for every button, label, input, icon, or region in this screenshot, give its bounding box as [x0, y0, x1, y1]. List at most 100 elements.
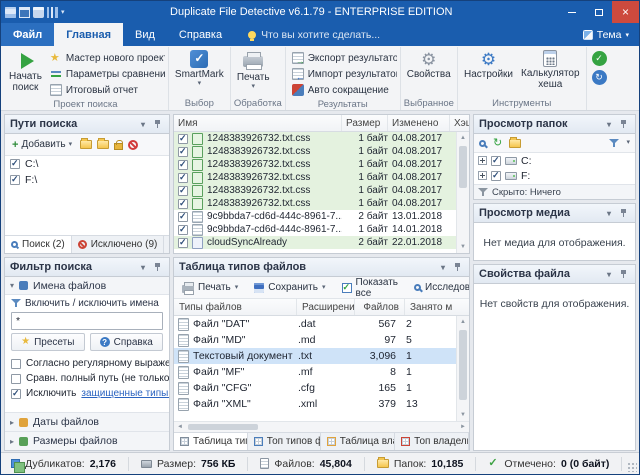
panel-menu-button[interactable]: ▾	[602, 206, 616, 220]
search-paths-tab[interactable]: Исключено (9)	[72, 236, 165, 253]
column-used-space[interactable]: Занято м	[405, 299, 469, 315]
start-search-button[interactable]: Начатьпоиск	[6, 47, 45, 93]
scroll-left-icon[interactable]: ◄	[174, 424, 186, 430]
path-row[interactable]: F:\	[5, 172, 169, 188]
exclude-icon[interactable]	[128, 140, 138, 150]
resize-grip[interactable]	[627, 462, 637, 472]
types-panel-tab[interactable]: Таблица вла...	[321, 433, 395, 450]
section-file-dates[interactable]: ▸ Даты файлов	[5, 412, 169, 431]
path-checkbox[interactable]	[10, 175, 20, 185]
tell-me-search[interactable]: Что вы хотите сделать...	[248, 23, 380, 46]
file-checkbox[interactable]	[178, 186, 188, 196]
types-table-row[interactable]: Текстовый документ.txt3,0961	[174, 348, 456, 364]
search-icon[interactable]	[479, 140, 486, 147]
properties-button[interactable]: ⚙ Свойства	[404, 47, 454, 80]
dropdown-arrow-icon[interactable]: ▾	[626, 139, 630, 147]
filter-icon[interactable]	[609, 138, 619, 148]
scrollbar-thumb[interactable]	[459, 330, 467, 400]
pin-button[interactable]	[450, 260, 464, 274]
file-checkbox[interactable]	[178, 173, 188, 183]
file-row[interactable]: 9c9bbda7-cd6d-444c-8961-7...2 байт13.01.…	[174, 210, 456, 223]
path-checkbox[interactable]	[10, 159, 20, 169]
filter-checkbox[interactable]	[11, 389, 21, 399]
vertical-scrollbar[interactable]: ▲ ▼	[456, 132, 469, 253]
types-table-row[interactable]: Файл "MF".mf81	[174, 364, 456, 380]
scrollbar-thumb[interactable]	[188, 424, 258, 430]
panel-menu-button[interactable]: ▾	[136, 117, 150, 131]
compare-options-button[interactable]: Параметры сравнения	[47, 66, 165, 82]
filter-checkbox[interactable]	[11, 359, 21, 369]
expander-icon[interactable]	[478, 156, 487, 165]
panel-menu-button[interactable]: ▾	[136, 260, 150, 274]
tab-view[interactable]: Вид	[123, 23, 167, 46]
file-row[interactable]: cloudSyncAlready2 байт22.01.201839A28C	[174, 236, 456, 249]
help-button[interactable]: ? Справка	[90, 333, 164, 351]
types-table-row[interactable]: Файл "DAT".dat5672	[174, 316, 456, 332]
print-icon[interactable]	[33, 7, 44, 18]
column-size[interactable]: Размер	[342, 115, 388, 131]
customize-toolbar-icon[interactable]: ▾	[61, 8, 65, 16]
file-row[interactable]: 1248383926732.txt.css1 байт04.08.2017B85…	[174, 184, 456, 197]
filter-checkbox-row[interactable]: Согласно регулярному выражению	[5, 356, 169, 371]
types-toolbar-button[interactable]: Сохранить▾	[250, 280, 329, 295]
expander-icon[interactable]	[478, 171, 487, 180]
scrollbar-thumb[interactable]	[459, 146, 467, 188]
vertical-scrollbar[interactable]: ▲ ▼	[456, 316, 469, 421]
lock-icon[interactable]	[114, 143, 123, 150]
search-paths-tab[interactable]: Поиск (2)	[5, 236, 72, 253]
filter-checkbox-row[interactable]: Сравн. полный путь (не только им	[5, 371, 169, 386]
filename-pattern-input[interactable]	[11, 312, 163, 330]
folder-checkbox[interactable]	[491, 171, 501, 181]
filter-link[interactable]: защищенные типы фа	[81, 388, 169, 399]
file-checkbox[interactable]	[178, 225, 188, 235]
auto-reduce-button[interactable]: Авто сокращение	[289, 82, 397, 98]
scroll-down-icon[interactable]: ▼	[457, 241, 469, 253]
export-results-button[interactable]: Экспорт результатов	[289, 50, 397, 66]
refresh-icon[interactable]: ↻	[493, 138, 502, 149]
panel-menu-button[interactable]: ▾	[602, 267, 616, 281]
file-row[interactable]: 1248383926732.txt.css1 байт04.08.2017B85…	[174, 132, 456, 145]
types-table-row[interactable]: Файл "CFG".cfg1651	[174, 380, 456, 396]
column-name[interactable]: Имя	[174, 115, 342, 131]
file-checkbox[interactable]	[178, 147, 188, 157]
theme-selector[interactable]: Тема ▾	[573, 23, 639, 46]
file-checkbox[interactable]	[178, 160, 188, 170]
update-circle-icon[interactable]: ↻	[592, 70, 607, 85]
column-type[interactable]: Типы файлов	[174, 299, 297, 315]
smartmark-button[interactable]: SmartMark ▾	[172, 47, 227, 88]
presets-button[interactable]: ★ Пресеты	[11, 333, 85, 351]
folder-tree-row[interactable]: C:	[474, 153, 635, 168]
file-row[interactable]: 1248383926732.txt.css1 байт04.08.2017B85…	[174, 197, 456, 210]
file-checkbox[interactable]	[178, 134, 188, 144]
file-row[interactable]: 1248383926732.txt.css1 байт04.08.2017B85…	[174, 145, 456, 158]
column-modified[interactable]: Изменено	[388, 115, 450, 131]
new-project-wizard-button[interactable]: Мастер нового проекта	[47, 50, 165, 66]
types-panel-tab[interactable]: Топ типов ф...	[248, 433, 321, 450]
pin-button[interactable]	[616, 117, 630, 131]
file-row[interactable]: 1248383926732.txt.css1 байт04.08.2017B85…	[174, 171, 456, 184]
print-button[interactable]: Печать ▾	[234, 47, 273, 91]
add-path-button[interactable]: + Добавить ▾	[9, 137, 75, 152]
section-file-sizes[interactable]: ▸ Размеры файлов	[5, 431, 169, 450]
pin-button[interactable]	[150, 117, 164, 131]
scroll-right-icon[interactable]: ►	[457, 424, 469, 430]
window-icon[interactable]	[19, 7, 30, 18]
file-row[interactable]: 1248383926732.txt.css1 байт04.08.2017B85…	[174, 158, 456, 171]
file-checkbox[interactable]	[178, 199, 188, 209]
types-toolbar-button[interactable]: Показать все	[338, 275, 403, 301]
maximize-button[interactable]	[585, 1, 612, 23]
types-table-row[interactable]: Файл "XML".xml37913	[174, 396, 456, 412]
import-results-button[interactable]: Импорт результатов	[289, 66, 397, 82]
close-button[interactable]: ×	[612, 1, 639, 23]
horizontal-scrollbar[interactable]: ◄ ►	[174, 421, 469, 432]
file-row[interactable]: 9c9bbda7-cd6d-444c-8961-7...1 байт14.01.…	[174, 223, 456, 236]
tab-home[interactable]: Главная	[54, 23, 123, 46]
file-checkbox[interactable]	[178, 238, 188, 248]
report-icon[interactable]	[47, 7, 58, 18]
scroll-up-icon[interactable]: ▲	[457, 316, 469, 328]
folder-tree-row[interactable]: F:	[474, 168, 635, 183]
save-icon[interactable]	[5, 7, 16, 18]
file-checkbox[interactable]	[178, 212, 188, 222]
tab-file[interactable]: Файл	[1, 23, 54, 46]
pin-button[interactable]	[616, 267, 630, 281]
